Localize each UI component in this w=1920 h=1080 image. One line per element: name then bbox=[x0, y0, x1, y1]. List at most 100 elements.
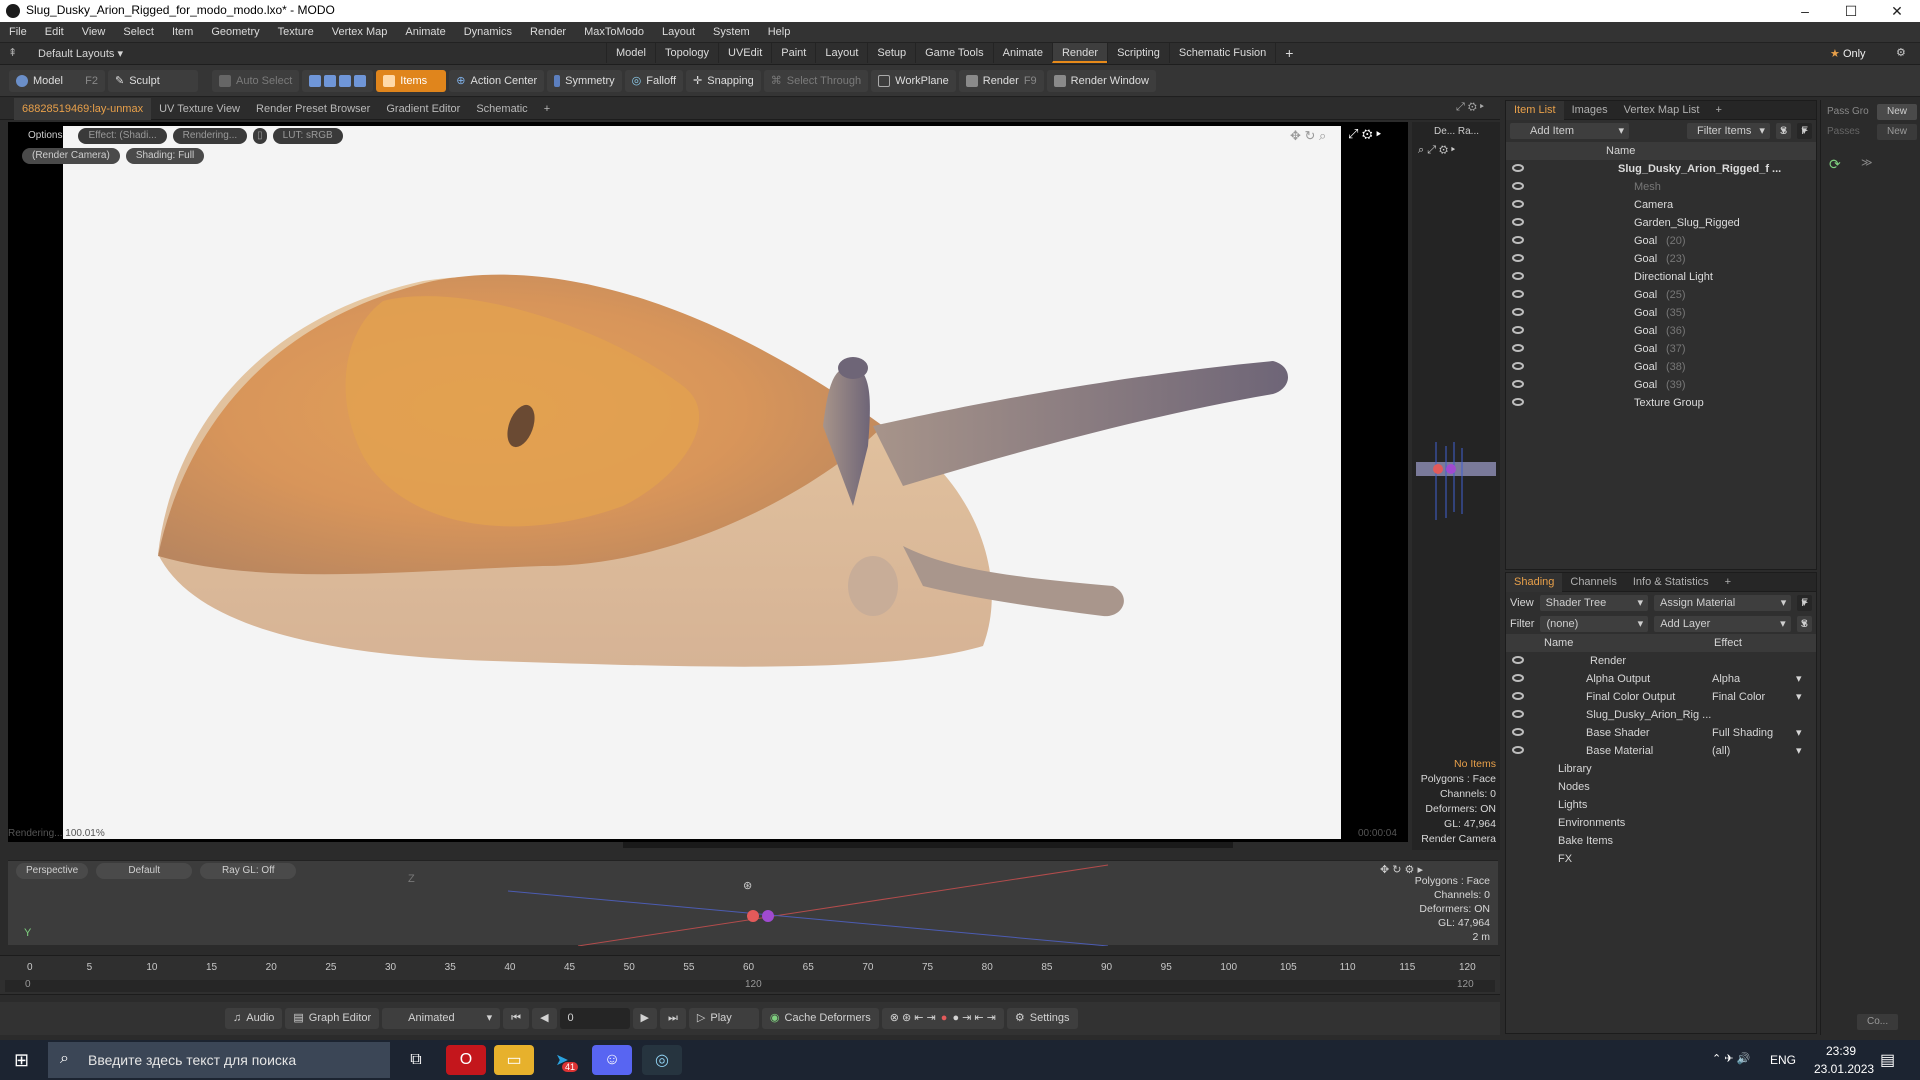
close-button[interactable]: ✕ bbox=[1874, 0, 1920, 22]
skip-start-button[interactable]: ⏮ bbox=[503, 1008, 530, 1029]
render-button[interactable]: Render F9 bbox=[958, 69, 1044, 92]
minimize-button[interactable]: – bbox=[1782, 0, 1828, 22]
item-list-row[interactable]: Camera bbox=[1506, 196, 1816, 214]
tab-schematic-fusion[interactable]: Schematic Fusion bbox=[1168, 43, 1275, 63]
tab-render-view[interactable]: 68828519469:lay-unmax bbox=[14, 97, 152, 120]
options-button[interactable]: Options bbox=[18, 128, 72, 144]
menu-layout[interactable]: Layout bbox=[653, 22, 704, 43]
add-panel-tab-button[interactable]: + bbox=[1707, 101, 1729, 120]
add-viewport-tab-button[interactable]: + bbox=[536, 98, 558, 120]
item-list-row[interactable]: Goal (20) bbox=[1506, 232, 1816, 250]
f-toggle[interactable]: F bbox=[1797, 123, 1812, 139]
tab-scripting[interactable]: Scripting bbox=[1107, 43, 1169, 63]
default-layouts-dropdown[interactable]: Default Layouts ▾ bbox=[38, 47, 123, 60]
timeline-range-bar[interactable]: 0 120 120 bbox=[5, 979, 1495, 992]
maximize-button[interactable]: ☐ bbox=[1828, 0, 1874, 22]
visibility-eye-icon[interactable] bbox=[1512, 218, 1524, 226]
tab-uv-texture-view[interactable]: UV Texture View bbox=[151, 98, 248, 120]
menu-help[interactable]: Help bbox=[759, 22, 800, 43]
new-pass-button[interactable]: New bbox=[1877, 124, 1918, 140]
visibility-eye-icon[interactable] bbox=[1512, 380, 1524, 388]
menu-vertex-map[interactable]: Vertex Map bbox=[323, 22, 397, 43]
snapping-button[interactable]: ✛ Snapping bbox=[686, 69, 761, 92]
menu-file[interactable]: File bbox=[0, 22, 36, 43]
tab-images[interactable]: Images bbox=[1564, 101, 1616, 120]
opera-icon[interactable]: O bbox=[446, 1045, 486, 1075]
notifications-icon[interactable]: ▤ bbox=[1880, 1050, 1895, 1070]
forward-icon[interactable]: ≫ bbox=[1861, 156, 1873, 169]
render-view-toggle-icon[interactable]: ▯ bbox=[253, 128, 267, 144]
tab-vertex-map-list[interactable]: Vertex Map List bbox=[1616, 101, 1708, 120]
assign-material-field[interactable]: Assign Material bbox=[1654, 594, 1792, 611]
graph-editor-button[interactable]: ▤ Graph Editor bbox=[285, 1008, 380, 1029]
menu-edit[interactable]: Edit bbox=[36, 22, 73, 43]
render-scrollbar[interactable] bbox=[623, 842, 1233, 848]
item-list-row[interactable]: Goal (37) bbox=[1506, 340, 1816, 358]
item-list-row[interactable]: Goal (36) bbox=[1506, 322, 1816, 340]
step-back-button[interactable]: ◀ bbox=[532, 1008, 557, 1029]
rendering-dropdown[interactable]: Rendering... bbox=[172, 128, 248, 144]
cache-deformers-button[interactable]: ◉ Cache Deformers bbox=[761, 1008, 879, 1029]
visibility-eye-icon[interactable] bbox=[1512, 254, 1524, 262]
chevron-down-icon[interactable]: ▾ bbox=[1796, 670, 1802, 688]
polygons-mode-icon[interactable] bbox=[339, 74, 352, 87]
sculpt-button[interactable]: ✎ Sculpt bbox=[108, 69, 198, 92]
item-list-row[interactable]: Goal (39) bbox=[1506, 376, 1816, 394]
step-forward-button[interactable]: ▶ bbox=[632, 1008, 658, 1029]
symmetry-button[interactable]: Symmetry bbox=[547, 69, 622, 92]
skip-end-button[interactable]: ⏭ bbox=[660, 1008, 686, 1029]
menu-maxtomodo[interactable]: MaxToModo bbox=[575, 22, 653, 43]
add-item-dropdown[interactable]: Add Item bbox=[1510, 123, 1629, 139]
gear-icon[interactable]: ⚙ bbox=[1896, 46, 1906, 59]
visibility-eye-icon[interactable] bbox=[1512, 398, 1524, 406]
visibility-eye-icon[interactable] bbox=[1512, 344, 1524, 352]
model-button[interactable]: Model F2 bbox=[9, 69, 105, 92]
render-camera-dropdown[interactable]: (Render Camera) bbox=[22, 148, 120, 164]
tab-render-preset-browser[interactable]: Render Preset Browser bbox=[248, 98, 378, 120]
shader-tree-row[interactable]: Final Color Output Final Color ▾ bbox=[1506, 688, 1816, 706]
shader-effect-value[interactable]: Alpha bbox=[1712, 670, 1798, 688]
tab-model[interactable]: Model bbox=[606, 43, 655, 63]
add-shading-tab-button[interactable]: + bbox=[1717, 573, 1739, 592]
menu-dynamics[interactable]: Dynamics bbox=[455, 22, 521, 43]
shader-tree-row[interactable]: Slug_Dusky_Arion_Rig ... bbox=[1506, 706, 1816, 724]
item-list-row[interactable]: Directional Light bbox=[1506, 268, 1816, 286]
shader-tree-row[interactable]: Library bbox=[1506, 760, 1816, 778]
menu-item[interactable]: Item bbox=[163, 22, 202, 43]
settings-button[interactable]: ⚙ Settings bbox=[1006, 1008, 1078, 1029]
modo-taskbar-icon[interactable]: ◎ bbox=[642, 1045, 682, 1075]
s-toggle[interactable]: S bbox=[1775, 123, 1792, 139]
camera-gizmo-icon[interactable]: ⊛ bbox=[743, 879, 752, 892]
edges-mode-icon[interactable] bbox=[324, 74, 337, 87]
visibility-eye-icon[interactable] bbox=[1512, 308, 1524, 316]
mini-view-icons[interactable]: ⌕ ⤢ ⚙ ▸ bbox=[1418, 144, 1455, 157]
add-layout-tab-button[interactable]: + bbox=[1275, 43, 1302, 63]
system-tray-icons[interactable]: ⌃ ✈ 🔊 bbox=[1712, 1052, 1750, 1065]
visibility-eye-icon[interactable] bbox=[1512, 182, 1524, 190]
add-layer-dropdown[interactable]: Add Layer bbox=[1654, 615, 1791, 632]
shader-tree-row[interactable]: Alpha Output Alpha ▾ bbox=[1506, 670, 1816, 688]
item-list-row[interactable]: Slug_Dusky_Arion_Rigged_f ... bbox=[1506, 160, 1816, 178]
shader-tree-dropdown[interactable]: Shader Tree bbox=[1539, 594, 1649, 611]
shading-s-toggle[interactable]: S bbox=[1796, 615, 1812, 632]
timeline[interactable]: 0 5 10 15 20 25 30 35 40 45 50 55 60 65 70 75 80 85 90 95 10… bbox=[0, 955, 1500, 995]
menu-system[interactable]: System bbox=[704, 22, 759, 43]
tab-topology[interactable]: Topology bbox=[654, 43, 718, 63]
chevron-down-icon[interactable]: ▾ bbox=[1796, 742, 1802, 760]
workplane-button[interactable]: WorkPlane bbox=[871, 69, 956, 92]
refresh-icon[interactable]: ⟳ bbox=[1829, 156, 1841, 173]
items-mode-button[interactable]: Items bbox=[376, 69, 447, 92]
chevron-down-icon[interactable]: ▾ bbox=[1796, 688, 1802, 706]
tab-schematic[interactable]: Schematic bbox=[468, 98, 535, 120]
shader-tree-row[interactable]: Nodes bbox=[1506, 778, 1816, 796]
audio-button[interactable]: ♫ Audio bbox=[225, 1008, 283, 1029]
visibility-eye-icon[interactable] bbox=[1512, 692, 1524, 700]
filter-dropdown[interactable]: (none) bbox=[1540, 615, 1649, 632]
auto-select-button[interactable]: Auto Select bbox=[212, 69, 300, 92]
visibility-eye-icon[interactable] bbox=[1512, 674, 1524, 682]
visibility-eye-icon[interactable] bbox=[1512, 326, 1524, 334]
menu-geometry[interactable]: Geometry bbox=[202, 22, 268, 43]
item-list-row[interactable]: Goal (38) bbox=[1506, 358, 1816, 376]
menu-view[interactable]: View bbox=[73, 22, 115, 43]
item-list-row[interactable]: Goal (35) bbox=[1506, 304, 1816, 322]
